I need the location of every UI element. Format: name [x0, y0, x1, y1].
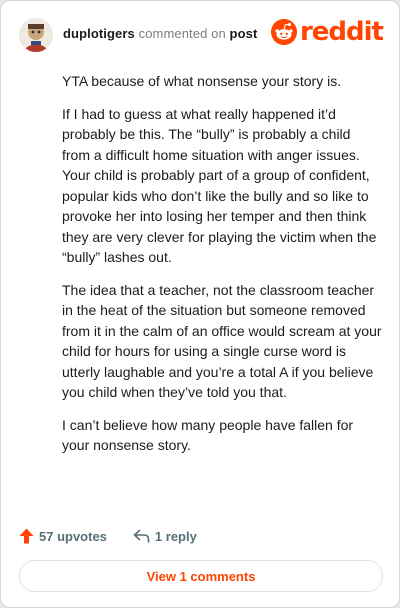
- avatar[interactable]: [19, 18, 53, 52]
- post-link[interactable]: post: [230, 26, 258, 41]
- reply-button[interactable]: 1 reply: [133, 529, 197, 544]
- comment-paragraph: I can’t believe how many people have fal…: [62, 416, 354, 454]
- view-comments-button[interactable]: View 1 comments: [19, 560, 383, 592]
- comment-paragraph: The idea that a teacher, not the classro…: [62, 281, 382, 401]
- brand-wordmark: reddit: [299, 17, 384, 47]
- comment-paragraph: YTA because of what nonsense your story …: [62, 73, 342, 89]
- upvote-button[interactable]: 57 upvotes: [19, 528, 107, 544]
- reply-count: 1 reply: [154, 528, 197, 544]
- comment-actions: 57 upvotes 1 reply: [19, 526, 197, 546]
- reddit-snoo-icon: [270, 19, 297, 45]
- reply-arrow-icon: [133, 529, 150, 543]
- upvote-count: 57 upvotes: [39, 528, 107, 544]
- comment-header: duplotigers commented on post reddit: [17, 16, 384, 52]
- comment-card: duplotigers commented on post reddit YTA…: [0, 0, 400, 608]
- username-link[interactable]: duplotigers: [63, 26, 135, 41]
- reddit-logo[interactable]: reddit: [270, 17, 384, 47]
- comment-paragraph: If I had to guess at what really happene…: [62, 105, 377, 266]
- comment-meta: duplotigers commented on post: [63, 26, 257, 41]
- action-text: commented on: [138, 26, 226, 41]
- comment-body: YTA because of what nonsense your story …: [62, 71, 382, 456]
- arrow-up-icon: [19, 528, 34, 544]
